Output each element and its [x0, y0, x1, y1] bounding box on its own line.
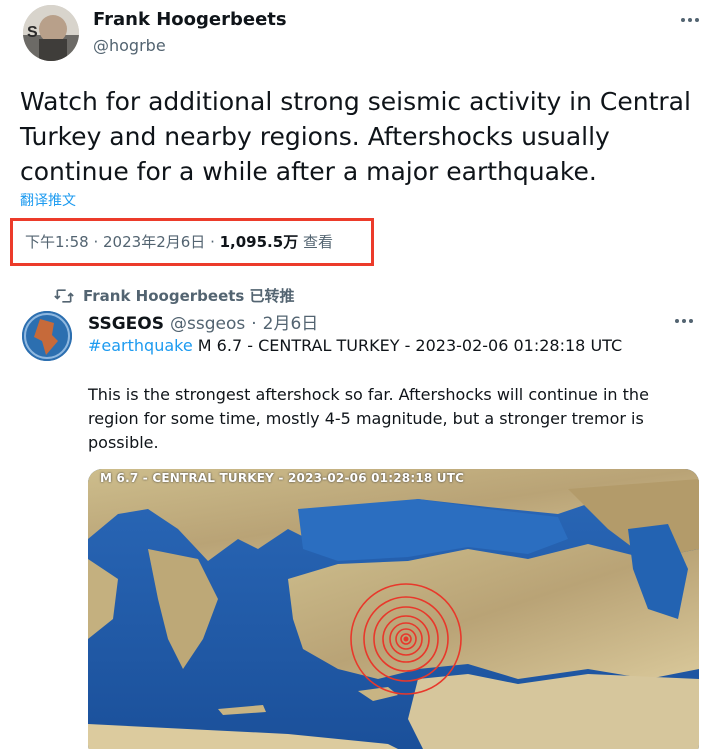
hashtag-link[interactable]: #earthquake	[88, 336, 193, 355]
quoted-avatar[interactable]	[22, 311, 72, 361]
quoted-date[interactable]: 2月6日	[263, 309, 319, 334]
quoted-header: SSGEOS @ssgeos · 2月6日	[88, 309, 318, 334]
more-icon[interactable]	[670, 312, 698, 330]
author-name[interactable]: Frank Hoogerbeets	[93, 9, 287, 30]
earthquake-map-image[interactable]: M 6.7 - CENTRAL TURKEY - 2023-02-06 01:2…	[88, 469, 699, 749]
more-icon[interactable]	[676, 10, 704, 30]
meta-separator: ·	[210, 233, 220, 251]
quoted-headline-row: #earthquake M 6.7 - CENTRAL TURKEY - 202…	[88, 336, 622, 355]
svg-text:S: S	[27, 24, 38, 41]
tweet-date[interactable]: 2023年2月6日	[103, 233, 205, 251]
views-label: 查看	[302, 233, 333, 251]
quoted-body: This is the strongest aftershock so far.…	[88, 385, 649, 452]
map-caption: M 6.7 - CENTRAL TURKEY - 2023-02-06 01:2…	[100, 471, 465, 485]
meta-separator: ·	[93, 233, 104, 251]
translate-link[interactable]: 翻译推文	[20, 190, 76, 210]
views-count: 1,095.5万	[219, 233, 299, 251]
quoted-headline: M 6.7 - CENTRAL TURKEY - 2023-02-06 01:2…	[197, 336, 623, 355]
retweet-label[interactable]: Frank Hoogerbeets 已转推	[83, 285, 295, 306]
tweet-card: S Frank Hoogerbeets @hogrbe Watch for ad…	[0, 0, 720, 749]
quoted-handle[interactable]: @ssgeos	[170, 314, 245, 334]
author-handle[interactable]: @hogrbe	[93, 36, 166, 55]
tweet-meta-highlight: 下午1:58 · 2023年2月6日 · 1,095.5万 查看	[10, 218, 374, 266]
tweet-text: Watch for additional strong seismic acti…	[20, 87, 691, 186]
quoted-name[interactable]: SSGEOS	[88, 314, 164, 334]
retweet-indicator: Frank Hoogerbeets 已转推	[54, 285, 295, 306]
tweet-time[interactable]: 下午1:58	[25, 233, 89, 251]
separator: ·	[251, 314, 257, 334]
author-avatar[interactable]: S	[23, 5, 79, 61]
retweet-icon	[54, 288, 74, 303]
